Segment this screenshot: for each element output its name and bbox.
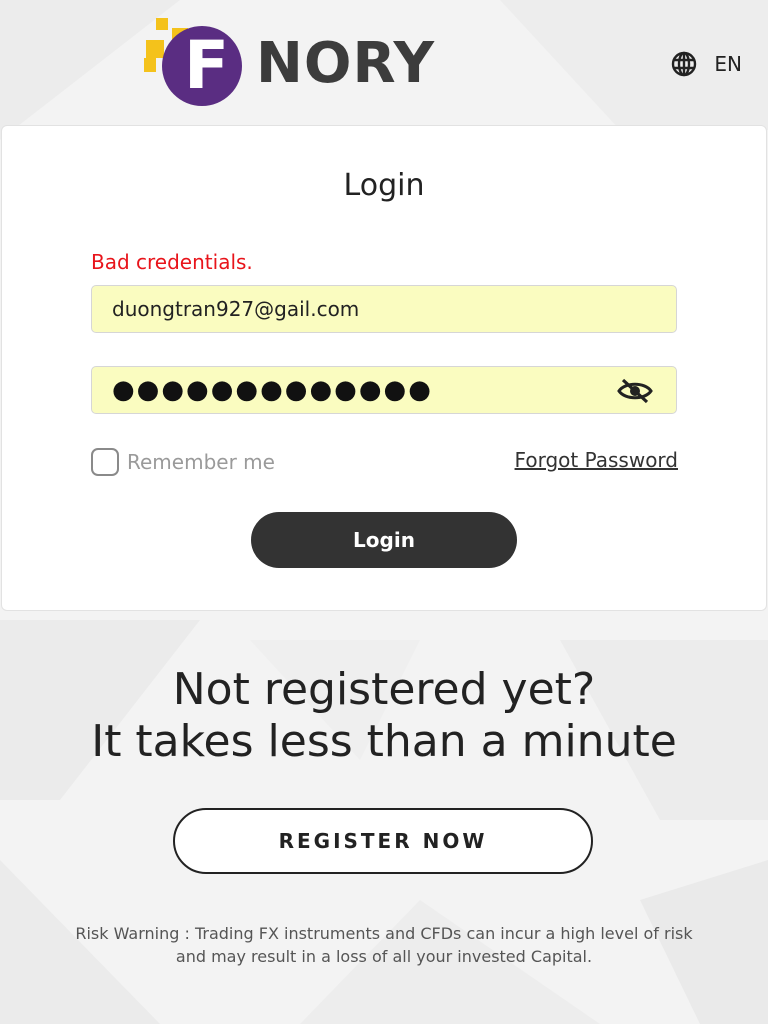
password-field[interactable]: ●●●●●●●●●●●●●	[91, 366, 677, 414]
password-input[interactable]: ●●●●●●●●●●●●●	[112, 376, 433, 404]
login-card: Login Bad credentials. ●●●●●●●●●●●●● Rem…	[1, 125, 767, 611]
logo-square-1	[156, 18, 168, 30]
brand-logo[interactable]: F NORY	[144, 18, 444, 106]
register-promo: Not registered yet? It takes less than a…	[0, 664, 768, 768]
risk-warning-line2: and may result in a loss of all your inv…	[175, 947, 593, 966]
remember-label: Remember me	[127, 450, 275, 474]
logo-letter: F	[184, 27, 230, 104]
email-field[interactable]	[91, 285, 677, 333]
logo-square-4	[144, 58, 156, 72]
register-now-button[interactable]: REGISTER NOW	[173, 808, 593, 874]
language-label: EN	[714, 52, 742, 76]
eye-off-icon[interactable]	[616, 377, 654, 405]
remember-checkbox[interactable]	[91, 448, 119, 476]
promo-heading-line2: It takes less than a minute	[91, 716, 677, 767]
error-message: Bad credentials.	[91, 250, 253, 274]
email-input[interactable]	[112, 286, 632, 332]
globe-icon	[672, 51, 697, 77]
risk-warning-line1: Risk Warning : Trading FX instruments an…	[75, 924, 693, 943]
logo-text: NORY	[256, 31, 436, 96]
header: F NORY EN	[0, 0, 768, 125]
risk-warning: Risk Warning : Trading FX instruments an…	[0, 922, 768, 968]
promo-heading-line1: Not registered yet?	[172, 664, 596, 715]
login-title: Login	[343, 168, 425, 203]
remember-me[interactable]: Remember me	[91, 448, 275, 476]
forgot-password-link[interactable]: Forgot Password	[515, 448, 678, 472]
login-button[interactable]: Login	[251, 512, 517, 568]
logo-square-3	[146, 40, 164, 58]
language-selector[interactable]: EN	[670, 50, 742, 78]
